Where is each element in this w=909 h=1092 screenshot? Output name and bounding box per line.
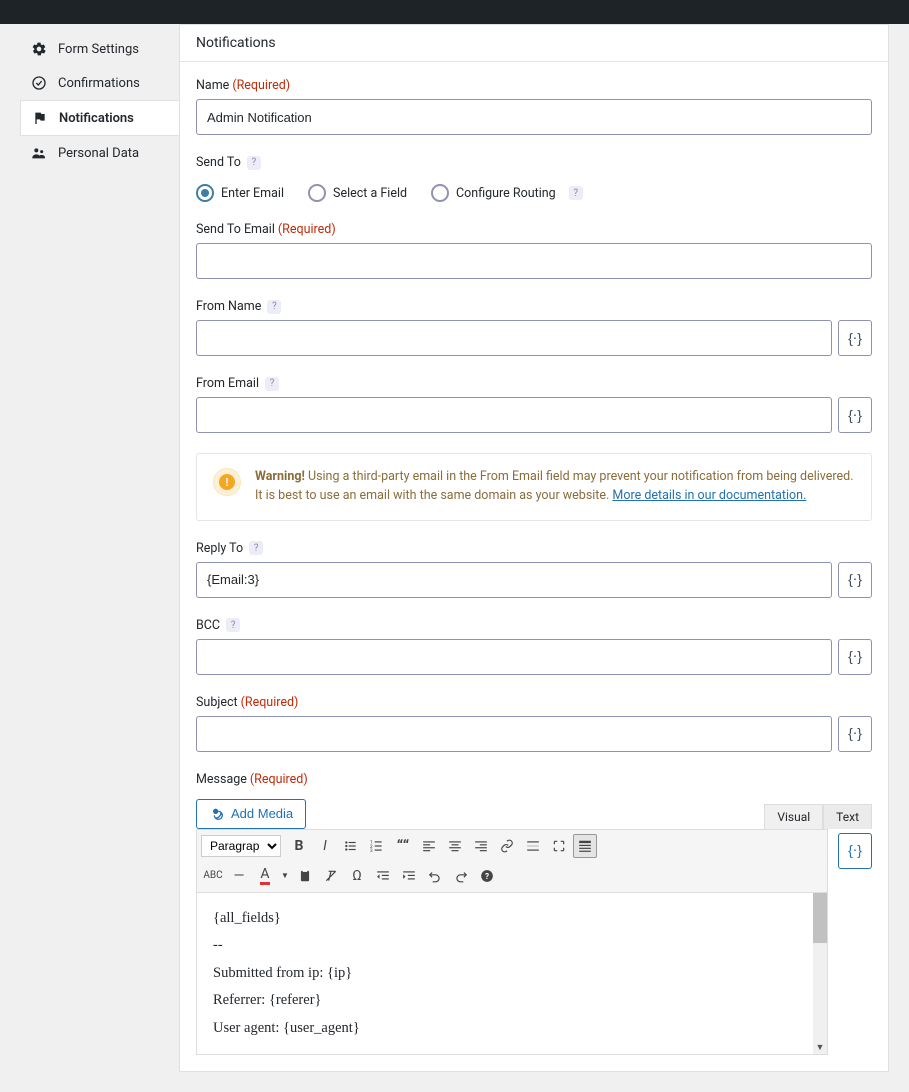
- people-icon: [30, 144, 48, 162]
- from-email-label: From Email?: [196, 376, 279, 391]
- svg-text:?: ?: [485, 870, 489, 880]
- subject-input[interactable]: [196, 716, 832, 752]
- message-label: Message(Required): [196, 772, 308, 787]
- text-color-dropdown[interactable]: ▼: [279, 864, 291, 888]
- sidebar-item-label: Confirmations: [58, 76, 140, 91]
- merge-tag-button[interactable]: {⋅}: [838, 562, 872, 598]
- sidebar-item-confirmations[interactable]: Confirmations: [20, 66, 180, 100]
- numbered-list-button[interactable]: 123: [365, 834, 389, 858]
- hr-button[interactable]: —: [227, 864, 251, 888]
- subject-label: Subject(Required): [196, 695, 298, 710]
- help-icon[interactable]: ?: [265, 377, 279, 391]
- align-right-button[interactable]: [469, 834, 493, 858]
- tab-visual[interactable]: Visual: [764, 804, 823, 829]
- toolbar-toggle-button[interactable]: [573, 834, 597, 858]
- send-to-email-input[interactable]: [196, 243, 872, 279]
- special-char-button[interactable]: Ω: [345, 864, 369, 888]
- page-title: Notifications: [180, 25, 888, 62]
- from-name-input[interactable]: [196, 320, 832, 356]
- from-name-label: From Name?: [196, 299, 281, 314]
- align-center-button[interactable]: [443, 834, 467, 858]
- reply-to-input[interactable]: [196, 562, 832, 598]
- warning-icon: !: [213, 468, 241, 496]
- paste-text-button[interactable]: [293, 864, 317, 888]
- sidebar-item-personal-data[interactable]: Personal Data: [20, 136, 180, 170]
- strikethrough-button[interactable]: ABC: [201, 864, 225, 888]
- main-panel: Notifications Name(Required) Send To? En…: [179, 24, 889, 1072]
- media-icon: [209, 806, 225, 822]
- indent-button[interactable]: [397, 864, 421, 888]
- align-left-button[interactable]: [417, 834, 441, 858]
- from-email-input[interactable]: [196, 397, 832, 433]
- bold-button[interactable]: B: [287, 834, 311, 858]
- bullet-list-button[interactable]: [339, 834, 363, 858]
- radio-icon: [196, 184, 214, 202]
- help-icon[interactable]: ?: [569, 186, 583, 200]
- merge-tag-button[interactable]: {⋅}: [838, 320, 872, 356]
- sidebar-item-label: Form Settings: [58, 42, 139, 57]
- quote-button[interactable]: ““: [391, 834, 415, 858]
- fullscreen-button[interactable]: [547, 834, 571, 858]
- radio-icon: [308, 184, 326, 202]
- admin-topbar: [0, 0, 909, 24]
- docs-link[interactable]: More details in our documentation.: [612, 488, 806, 503]
- radio-configure-routing[interactable]: Configure Routing ?: [431, 184, 583, 202]
- italic-button[interactable]: I: [313, 834, 337, 858]
- sidebar-item-label: Notifications: [59, 111, 134, 126]
- sidebar-item-form-settings[interactable]: Form Settings: [20, 32, 180, 66]
- help-icon[interactable]: ?: [247, 156, 261, 170]
- redo-button[interactable]: [449, 864, 473, 888]
- name-input[interactable]: [196, 99, 872, 135]
- merge-tag-button[interactable]: {⋅}: [838, 639, 872, 675]
- merge-tag-button[interactable]: {⋅}: [838, 716, 872, 752]
- help-button[interactable]: ?: [475, 864, 499, 888]
- radio-icon: [431, 184, 449, 202]
- sidebar-item-notifications[interactable]: Notifications: [20, 100, 180, 136]
- text-color-button[interactable]: A: [253, 864, 277, 888]
- radio-select-field[interactable]: Select a Field: [308, 184, 407, 202]
- send-to-email-label: Send To Email(Required): [196, 222, 336, 237]
- scrollbar[interactable]: ▼: [813, 893, 827, 1055]
- undo-button[interactable]: [423, 864, 447, 888]
- check-circle-icon: [30, 74, 48, 92]
- outdent-button[interactable]: [371, 864, 395, 888]
- help-icon[interactable]: ?: [267, 300, 281, 314]
- help-icon[interactable]: ?: [226, 618, 240, 632]
- editor-toolbar: Paragraph B I 123 ““: [197, 830, 827, 893]
- bcc-input[interactable]: [196, 639, 832, 675]
- settings-sidebar: Form Settings Confirmations Notification…: [20, 24, 180, 1072]
- reply-to-label: Reply To?: [196, 541, 263, 556]
- merge-tag-button[interactable]: {⋅}: [838, 833, 872, 869]
- tab-text[interactable]: Text: [823, 804, 872, 829]
- send-to-label: Send To?: [196, 155, 261, 170]
- link-button[interactable]: [495, 834, 519, 858]
- sidebar-item-label: Personal Data: [58, 146, 139, 161]
- read-more-button[interactable]: [521, 834, 545, 858]
- message-editor[interactable]: {all_fields} -- Submitted from ip: {ip} …: [197, 893, 827, 1055]
- warning-box: ! Warning! Using a third-party email in …: [196, 453, 872, 521]
- radio-enter-email[interactable]: Enter Email: [196, 184, 284, 202]
- svg-text:3: 3: [370, 847, 373, 852]
- editor-tabs: Visual Text: [764, 804, 872, 829]
- add-media-button[interactable]: Add Media: [196, 799, 306, 829]
- clear-formatting-button[interactable]: [319, 864, 343, 888]
- bcc-label: BCC?: [196, 618, 240, 633]
- flag-icon: [31, 109, 49, 127]
- help-icon[interactable]: ?: [249, 541, 263, 555]
- merge-tag-button[interactable]: {⋅}: [838, 397, 872, 433]
- paragraph-select[interactable]: Paragraph: [201, 835, 281, 857]
- gear-icon: [30, 40, 48, 58]
- name-label: Name(Required): [196, 78, 290, 93]
